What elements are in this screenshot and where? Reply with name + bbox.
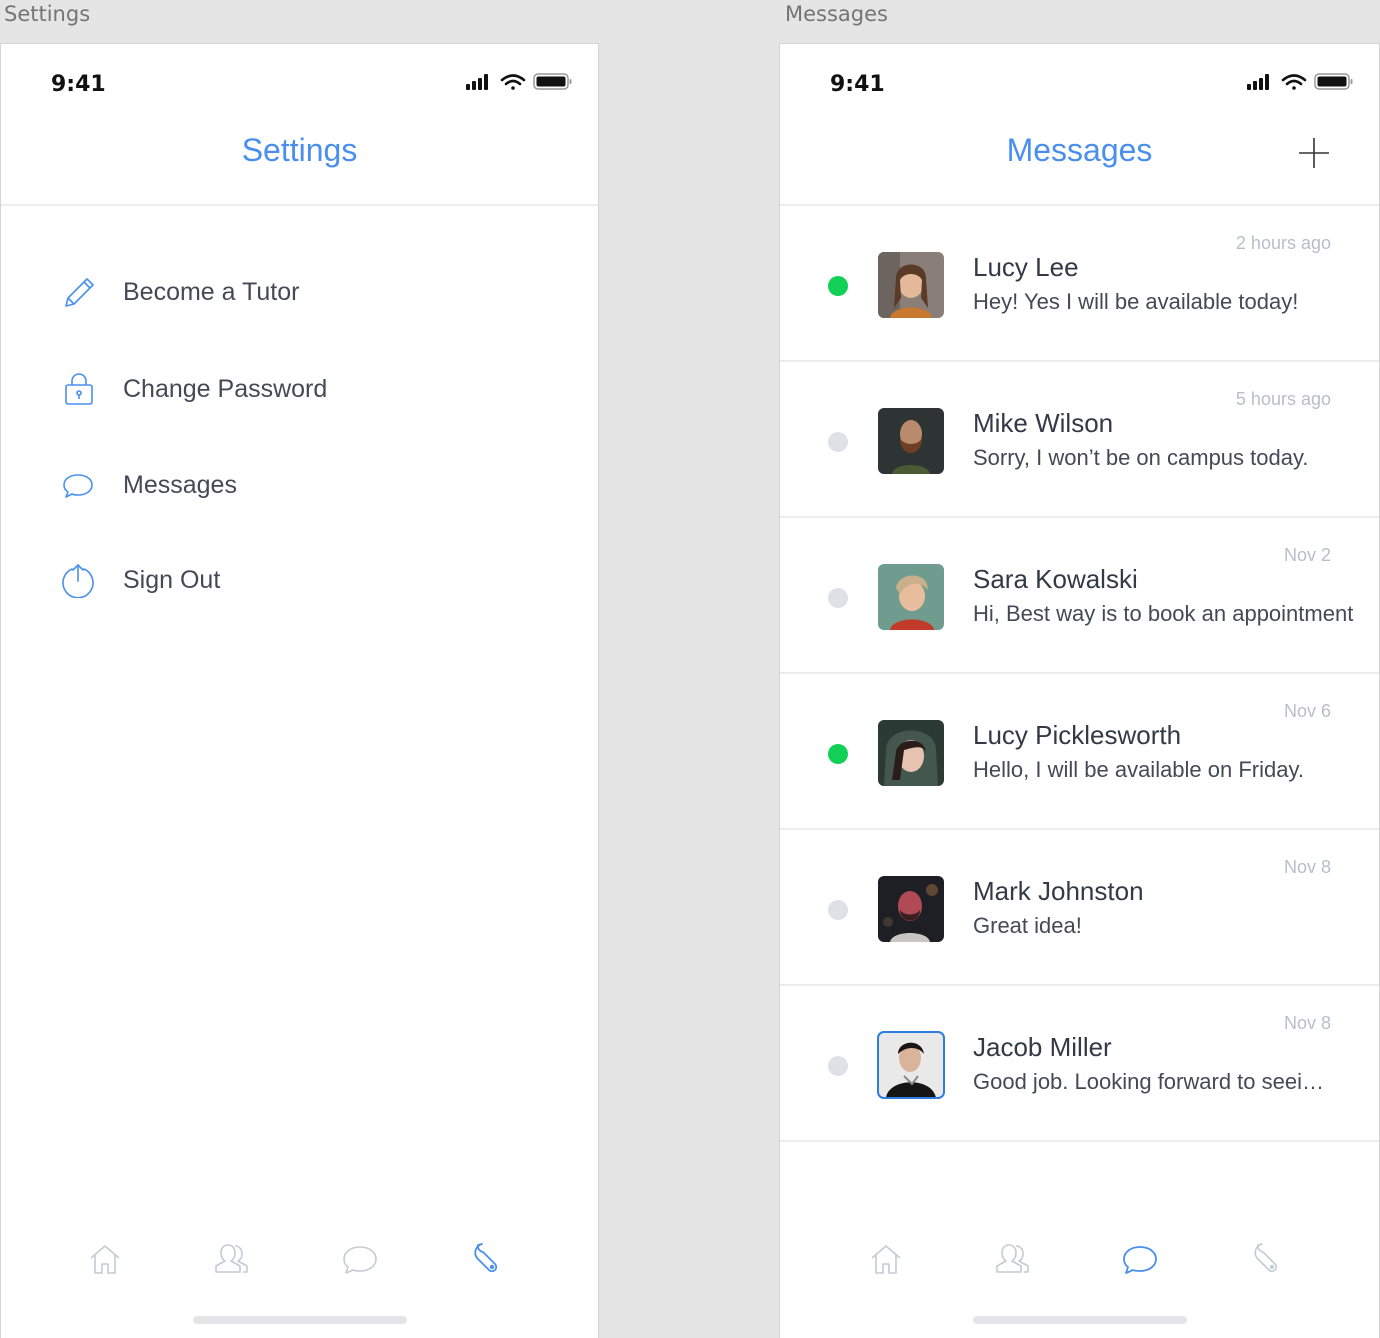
online-status-dot — [828, 900, 848, 920]
menu-item-become-tutor[interactable]: Become a Tutor — [59, 272, 299, 312]
tab-messages[interactable] — [1120, 1239, 1160, 1279]
message-time: Nov 2 — [1283, 545, 1331, 565]
conversation-row[interactable]: Lucy Picklesworth Hello, I will be avail… — [780, 674, 1379, 830]
avatar — [877, 1031, 945, 1099]
page-title: Messages — [1006, 132, 1153, 168]
tab-people[interactable] — [993, 1239, 1033, 1279]
contact-name: Sara Kowalski — [973, 564, 1138, 594]
wrench-icon — [1254, 1243, 1278, 1273]
menu-item-label: Change Password — [123, 374, 328, 403]
people-icon — [996, 1244, 1029, 1273]
chat-bubble-icon — [59, 466, 97, 504]
messages-screen: 9:41 Messages Lucy Lee Hey! Yes I will b… — [779, 43, 1380, 1338]
message-preview: Sorry, I won’t be on campus today. — [973, 445, 1309, 470]
chat-bubble-icon — [343, 1246, 377, 1274]
conversation-row[interactable]: Lucy Lee Hey! Yes I will be available to… — [780, 206, 1379, 362]
battery-icon — [533, 73, 572, 90]
tab-settings[interactable] — [1247, 1239, 1287, 1279]
signal-icon — [1247, 74, 1269, 90]
artboard-label-messages: Messages — [785, 2, 888, 26]
online-status-dot — [828, 432, 848, 452]
contact-name: Mark Johnston — [973, 876, 1144, 906]
avatar — [878, 876, 944, 942]
contact-name: Lucy Lee — [973, 252, 1079, 282]
wifi-icon — [1281, 74, 1307, 90]
artboard-label-settings: Settings — [4, 2, 91, 26]
settings-screen: 9:41 Settings Become a Tutor Change Pass… — [0, 43, 599, 1338]
contact-name: Mike Wilson — [973, 408, 1114, 438]
status-time: 9:41 — [830, 72, 885, 97]
home-icon — [90, 1245, 120, 1274]
message-preview: Great idea! — [973, 913, 1082, 938]
message-preview: Hey! Yes I will be available today! — [973, 289, 1299, 314]
people-icon — [215, 1244, 248, 1273]
message-time: 5 hours ago — [1235, 389, 1331, 409]
battery-icon — [1314, 73, 1353, 90]
home-icon — [871, 1245, 901, 1274]
contact-name: Jacob Miller — [973, 1032, 1112, 1062]
menu-item-messages[interactable]: Messages — [59, 465, 237, 505]
menu-item-label: Messages — [123, 470, 237, 499]
tab-home[interactable] — [866, 1239, 906, 1279]
conversation-row[interactable]: Mike Wilson Sorry, I won’t be on campus … — [780, 362, 1379, 518]
conversation-row[interactable]: Jacob Miller Good job. Looking forward t… — [780, 986, 1379, 1142]
status-time: 9:41 — [51, 72, 106, 97]
home-indicator — [972, 1316, 1187, 1324]
message-preview: Hello, I will be available on Friday. — [973, 757, 1304, 782]
tab-home[interactable] — [85, 1239, 125, 1279]
tab-people[interactable] — [212, 1239, 252, 1279]
status-icons — [1247, 73, 1353, 90]
message-time: 2 hours ago — [1235, 233, 1331, 253]
online-status-dot — [828, 588, 848, 608]
online-status-dot — [828, 744, 848, 764]
conversation-row[interactable]: Mark Johnston Great idea! Nov 8 — [780, 830, 1379, 986]
message-time: Nov 8 — [1283, 857, 1331, 877]
avatar — [878, 408, 944, 474]
header-divider — [1, 204, 598, 206]
lock-icon — [59, 370, 97, 408]
message-time: Nov 8 — [1283, 1013, 1331, 1033]
signal-icon — [466, 74, 488, 90]
tab-messages[interactable] — [340, 1239, 380, 1279]
sign-out-icon — [59, 561, 97, 599]
menu-item-label: Become a Tutor — [123, 277, 300, 306]
menu-item-change-password[interactable]: Change Password — [59, 369, 327, 409]
menu-item-label: Sign Out — [123, 565, 221, 594]
online-status-dot — [828, 276, 848, 296]
tab-bar — [780, 1239, 1379, 1289]
contact-name: Lucy Picklesworth — [973, 720, 1182, 750]
avatar — [878, 720, 944, 786]
message-time: Nov 6 — [1283, 701, 1331, 721]
conversation-row[interactable]: Sara Kowalski Hi, Best way is to book an… — [780, 518, 1379, 674]
wrench-icon — [474, 1243, 498, 1273]
avatar — [878, 252, 944, 318]
message-preview: Hi, Best way is to book an appointment — [973, 601, 1354, 626]
message-preview: Good job. Looking forward to seeing you — [973, 1069, 1329, 1094]
plus-icon — [1299, 138, 1329, 168]
avatar — [878, 564, 944, 630]
online-status-dot — [828, 1056, 848, 1076]
page-title: Settings — [241, 132, 358, 168]
tab-bar — [1, 1239, 598, 1289]
new-message-button[interactable] — [1297, 136, 1331, 170]
pencil-icon — [59, 273, 97, 311]
chat-bubble-icon — [1123, 1246, 1157, 1274]
tab-settings[interactable] — [467, 1239, 507, 1279]
wifi-icon — [500, 74, 526, 90]
status-icons — [466, 73, 572, 90]
home-indicator — [192, 1316, 407, 1324]
menu-item-sign-out[interactable]: Sign Out — [59, 560, 220, 600]
